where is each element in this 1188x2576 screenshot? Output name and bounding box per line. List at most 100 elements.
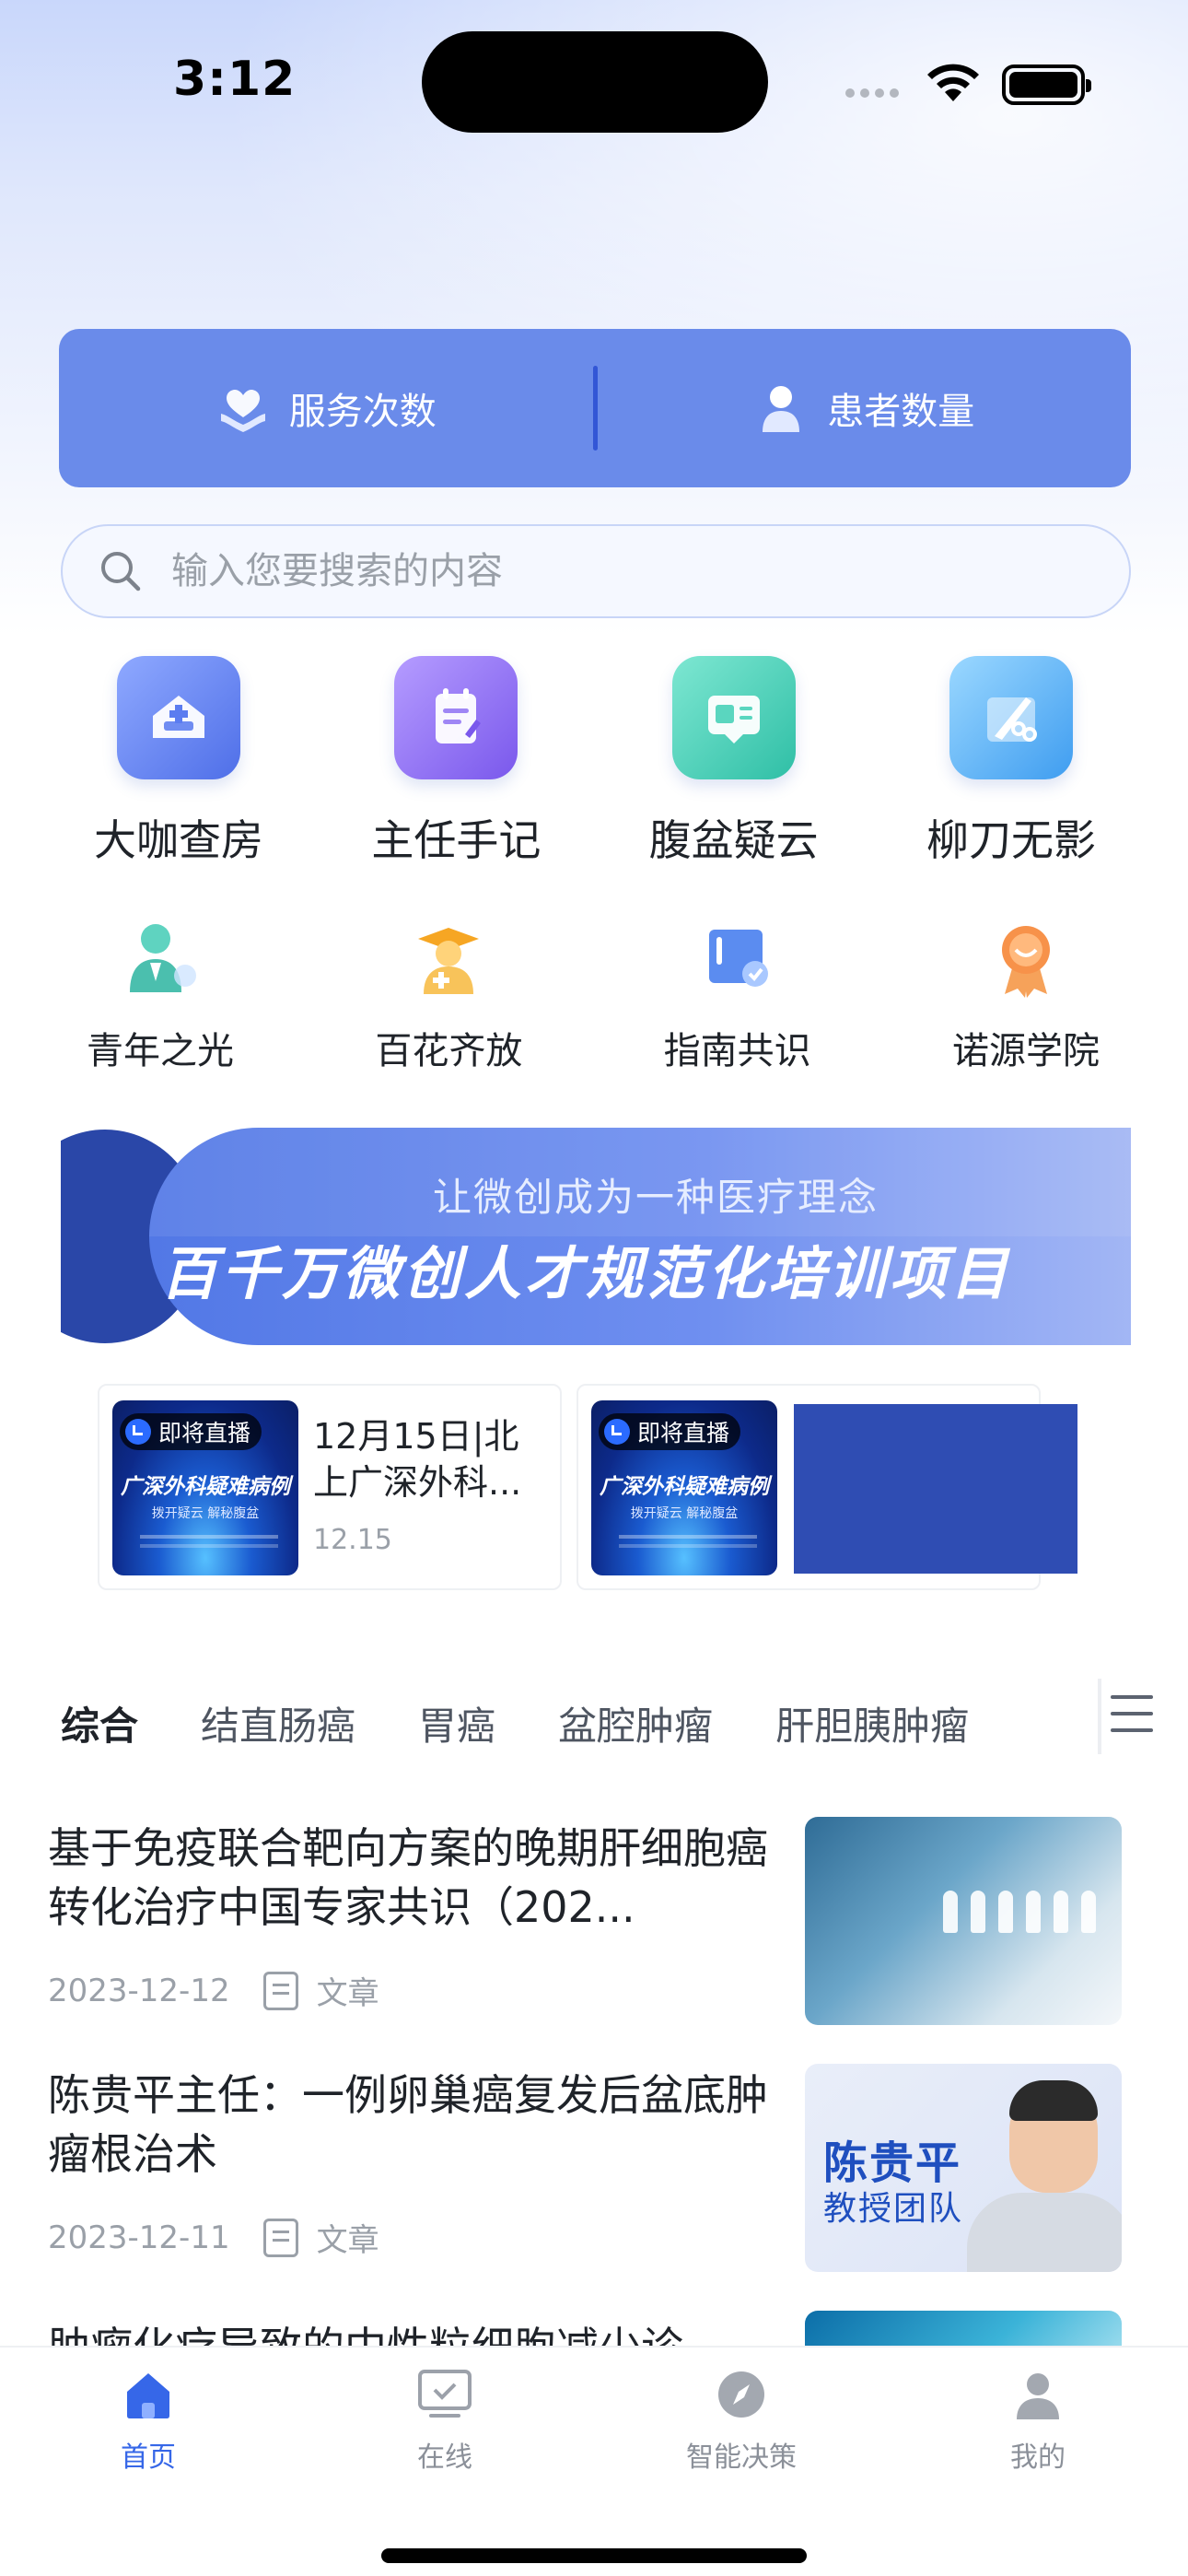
graduate-icon	[402, 912, 495, 1004]
live-thumbnail: 即将直播 广深外科疑难病例 拨开疑云 解秘腹盆	[112, 1400, 298, 1575]
wifi-icon	[927, 64, 979, 101]
medal-icon	[980, 912, 1072, 1004]
live-card[interactable]: 即将直播 广深外科疑难病例 拨开疑云 解秘腹盆 12月15日|北上广深外科...…	[98, 1384, 562, 1590]
status-time: 3:12	[173, 52, 297, 107]
live-card[interactable]: 即将直播 广深外科疑难病例 拨开疑云 解秘腹盆	[577, 1384, 1077, 1590]
cellular-signal-icon	[845, 88, 899, 98]
guide-book-icon	[692, 912, 784, 1004]
thumbnail-team: 教授团队	[823, 2190, 964, 2228]
live-image-placeholder	[794, 1404, 1077, 1574]
clock-icon	[604, 1419, 630, 1445]
live-status-text: 即将直播	[158, 1420, 251, 1446]
news-title: 陈贵平主任：一例卵巢癌复发后盆底肿瘤根治术	[48, 2070, 768, 2179]
thumbnail-details	[619, 1535, 757, 1539]
news-item[interactable]: 基于免疫联合靶向方案的晚期肝细胞癌转化治疗中国专家共识（202... 2023-…	[48, 1817, 1124, 2025]
stat-patient-count[interactable]: 患者数量	[598, 381, 1132, 436]
stat-patient-label: 患者数量	[827, 391, 975, 433]
stat-service-label: 服务次数	[288, 391, 437, 433]
tab-pelvic[interactable]: 盆腔肿瘤	[558, 1695, 713, 1751]
tab-gastric[interactable]: 胃癌	[418, 1695, 495, 1751]
search-bar[interactable]	[61, 524, 1131, 618]
image-icon	[671, 656, 796, 779]
entry-youth-light[interactable]: 青年之光	[41, 912, 280, 1074]
tab-hepatobiliary[interactable]: 肝胆胰肿瘤	[775, 1695, 969, 1751]
tab-colorectal[interactable]: 结直肠癌	[201, 1695, 355, 1751]
scalpel-icon	[949, 656, 1073, 779]
search-input[interactable]	[171, 550, 1000, 592]
news-meta: 2023-12-12 文章	[48, 1968, 379, 2013]
news-type: 文章	[316, 1975, 379, 2012]
compass-icon	[711, 2364, 772, 2425]
figure-mark	[998, 1891, 1013, 1933]
figure-mark	[971, 1891, 985, 1933]
news-meta: 2023-12-11 文章	[48, 2215, 379, 2260]
news-thumbnail: 陈贵平 教授团队	[805, 2064, 1122, 2272]
document-icon	[262, 2218, 298, 2257]
entry-nuoyuan-academy[interactable]: 诺源学院	[906, 912, 1146, 1074]
thumbnail-subtitle: 拨开疑云 解秘腹盆	[630, 1506, 739, 1521]
stats-bar: 服务次数 患者数量	[59, 329, 1131, 487]
notebook-icon	[394, 656, 518, 779]
thumbnail-title: 广深外科疑难病例	[121, 1475, 290, 1499]
thumbnail-title: 广深外科疑难病例	[600, 1475, 769, 1499]
tabs-divider	[1098, 1679, 1101, 1754]
profile-icon	[1007, 2364, 1068, 2425]
tab-general[interactable]: 综合	[61, 1695, 138, 1751]
tabbar-home[interactable]: 首页	[0, 2364, 297, 2475]
live-status-badge: 即将直播	[120, 1413, 262, 1450]
clock-icon	[125, 1419, 151, 1445]
tabbar-label: 在线	[417, 2441, 472, 2474]
entry-label: 诺源学院	[951, 1030, 1100, 1072]
tabbar-profile[interactable]: 我的	[890, 2364, 1186, 2475]
quick-entry-grid-main: 大咖查房 主任手记 腹盆疑云 柳刀无影	[59, 656, 1131, 868]
home-icon	[118, 2364, 179, 2425]
news-item[interactable]: 肿瘤化疗导致的中性粒细胞减少诊	[48, 2311, 1124, 2348]
entry-label: 大咖查房	[94, 815, 263, 865]
thumbnail-subtitle: 拨开疑云 解秘腹盆	[151, 1506, 260, 1521]
home-indicator	[381, 2548, 807, 2563]
entry-scalpel[interactable]: 柳刀无影	[891, 656, 1131, 868]
entry-label: 青年之光	[87, 1030, 234, 1072]
entry-ward-rounds[interactable]: 大咖查房	[59, 656, 298, 868]
news-thumbnail	[805, 1817, 1122, 2025]
tabbar-label: 首页	[121, 2441, 176, 2474]
entry-director-notes[interactable]: 主任手记	[336, 656, 576, 868]
entry-label: 柳刀无影	[926, 815, 1096, 865]
entry-flowers[interactable]: 百花齐放	[329, 912, 568, 1074]
entry-guidelines[interactable]: 指南共识	[618, 912, 857, 1074]
banner-subtitle: 让微创成为一种医疗理念	[432, 1175, 879, 1220]
live-title: 12月15日|北上广深外科...	[313, 1416, 522, 1503]
search-icon	[101, 552, 141, 591]
news-date: 2023-12-11	[48, 2219, 230, 2256]
live-thumbnail: 即将直播 广深外科疑难病例 拨开疑云 解秘腹盆	[591, 1400, 777, 1575]
patient-icon	[753, 381, 809, 436]
entry-label: 指南共识	[663, 1030, 811, 1072]
menu-icon[interactable]	[1111, 1695, 1153, 1732]
figure-mark	[1081, 1891, 1096, 1933]
battery-icon	[1002, 64, 1091, 105]
category-tabs: 综合 结直肠癌 胃癌 盆腔肿瘤 肝胆胰肿瘤	[61, 1686, 1092, 1760]
dynamic-island	[422, 31, 768, 133]
entry-label: 百花齐放	[375, 1030, 523, 1072]
tabbar-label: 智能决策	[686, 2441, 797, 2474]
heart-hands-icon	[215, 381, 271, 436]
document-icon	[262, 1971, 298, 2010]
thumbnail-details	[140, 1535, 278, 1539]
news-date: 2023-12-12	[48, 1972, 230, 2009]
news-title: 肿瘤化疗导致的中性粒细胞减少诊	[48, 2323, 683, 2348]
figure-mark	[943, 1891, 958, 1933]
live-date: 12.15	[313, 1524, 392, 1556]
tabbar-online[interactable]: 在线	[297, 2364, 593, 2475]
live-status-badge: 即将直播	[599, 1413, 741, 1450]
tabbar-label: 我的	[1010, 2441, 1066, 2474]
stat-service-count[interactable]: 服务次数	[59, 381, 593, 436]
news-item[interactable]: 陈贵平主任：一例卵巢癌复发后盆底肿瘤根治术 2023-12-11 文章 陈贵平 …	[48, 2064, 1124, 2272]
young-doctor-icon	[114, 912, 206, 1004]
promo-banner[interactable]: 让微创成为一种医疗理念 百千万微创人才规范化培训项目	[61, 1126, 1131, 1347]
bottom-tab-bar: 首页 在线 智能决策 我的	[0, 2346, 1188, 2576]
monitor-icon	[414, 2364, 475, 2425]
tabbar-smart-decision[interactable]: 智能决策	[593, 2364, 890, 2475]
live-status-text: 即将直播	[637, 1420, 730, 1446]
entry-pelvic-cases[interactable]: 腹盆疑云	[614, 656, 854, 868]
quick-entry-grid-sub: 青年之光 百花齐放 指南共识 诺源学院	[41, 912, 1146, 1074]
